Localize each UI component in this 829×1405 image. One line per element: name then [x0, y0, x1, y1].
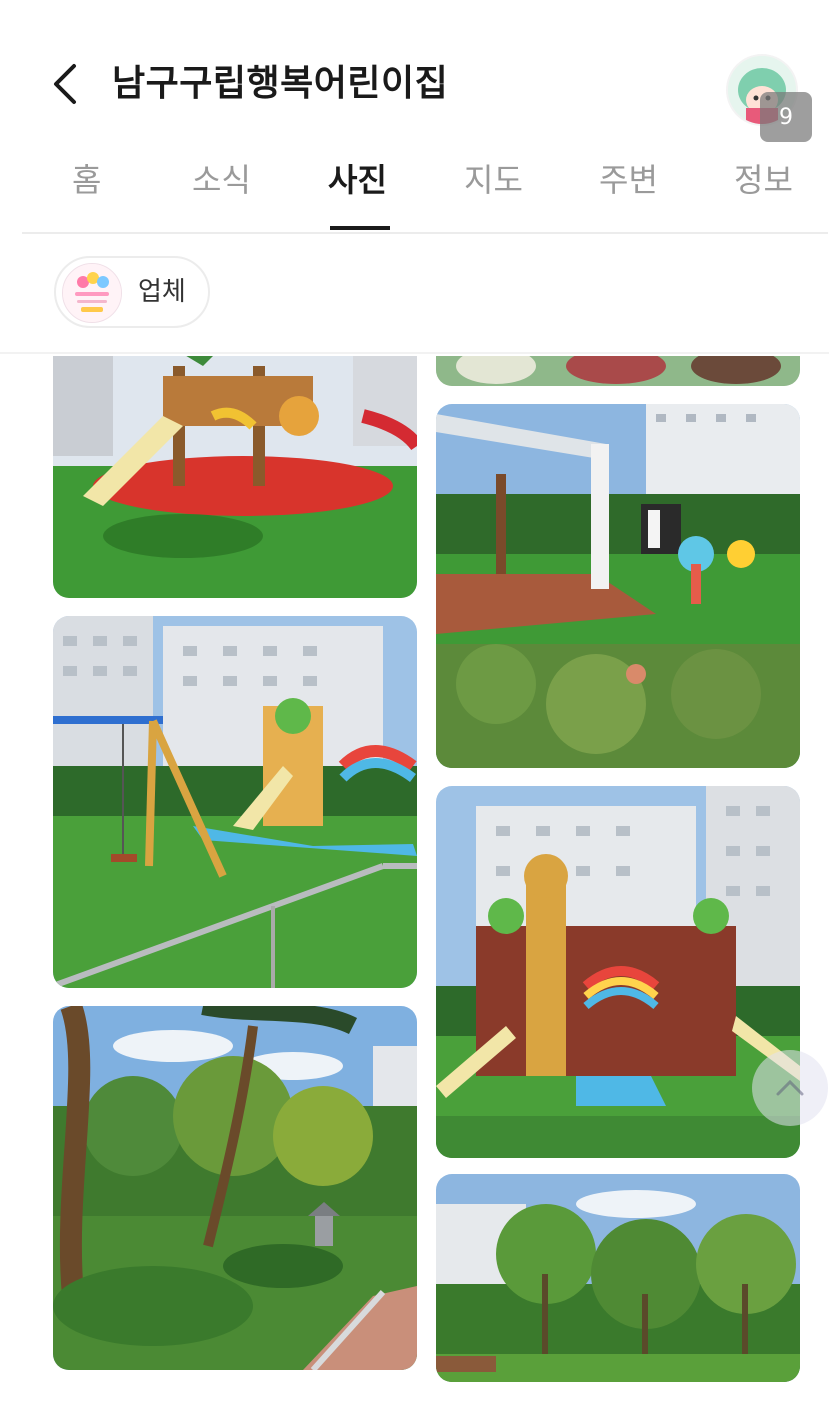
filter-chip-label: 업체 — [138, 277, 186, 307]
tab-news[interactable]: 소식 — [192, 158, 251, 202]
photo-item-giraffe[interactable] — [436, 786, 800, 1158]
active-tab-indicator — [330, 226, 390, 230]
chevron-left-icon — [54, 64, 76, 104]
photo-count-badge: 9 — [760, 92, 812, 142]
giraffe-playground-photo — [436, 786, 800, 1158]
tab-map[interactable]: 지도 — [464, 158, 523, 202]
photo-item-playground-slide[interactable] — [53, 356, 417, 598]
park-photo — [436, 1174, 800, 1382]
business-logo-icon — [62, 263, 122, 323]
section-divider — [0, 352, 829, 354]
tab-nearby[interactable]: 주변 — [599, 158, 658, 202]
scroll-up-button[interactable] — [752, 1050, 828, 1126]
photo-item-garden[interactable] — [53, 1006, 417, 1370]
tab-home[interactable]: 홈 — [72, 158, 101, 202]
tab-photos[interactable]: 사진 — [328, 158, 387, 202]
page-title: 남구구립행복어린이집 — [112, 63, 449, 104]
swings-photo — [53, 616, 417, 988]
chevron-up-icon — [776, 1079, 804, 1096]
people-photo — [436, 356, 800, 386]
photo-grid — [0, 356, 829, 1405]
garden-photo — [53, 1006, 417, 1370]
app-screen: 남구구립행복어린이집 9 홈 소식 사진 지도 주변 정보 업체 — [0, 0, 829, 1405]
filter-chip-business[interactable]: 업체 — [54, 256, 210, 328]
photo-item-park[interactable] — [436, 1174, 800, 1382]
photo-item-swings[interactable] — [53, 616, 417, 988]
photo-item-pergola[interactable] — [436, 404, 800, 768]
playground-photo — [53, 356, 417, 598]
photo-item-people[interactable] — [436, 356, 800, 386]
tab-info[interactable]: 정보 — [734, 158, 793, 202]
pergola-photo — [436, 404, 800, 768]
top-bar: 남구구립행복어린이집 9 — [0, 40, 829, 142]
tab-bar: 홈 소식 사진 지도 주변 정보 — [22, 140, 828, 234]
back-button[interactable] — [44, 62, 88, 106]
